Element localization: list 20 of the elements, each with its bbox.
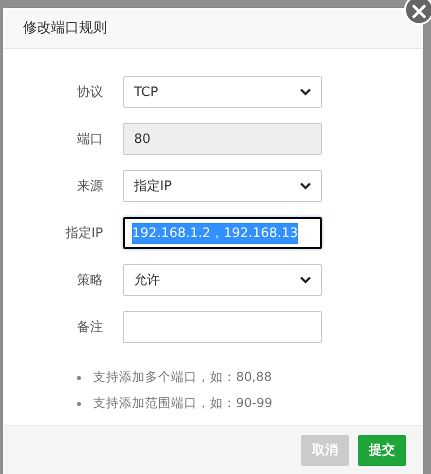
tip-text: 支持添加多个端口，如：80,88 xyxy=(93,369,272,386)
field-label: 备注 xyxy=(76,319,103,336)
field-label: 来源 xyxy=(76,178,103,195)
select-field[interactable]: 指定IP xyxy=(123,170,322,202)
select-field[interactable]: 允许 xyxy=(123,264,322,296)
select-field[interactable]: TCP xyxy=(123,76,322,108)
field-label: 协议 xyxy=(76,84,103,101)
caret-icon xyxy=(300,88,311,96)
tip-text: 支持添加范围端口，如：90-99 xyxy=(93,395,272,412)
caret-icon xyxy=(300,182,311,190)
field-label: 策略 xyxy=(76,272,103,289)
field-label: 指定IP xyxy=(64,225,103,242)
input-field[interactable]: 80 xyxy=(123,123,322,155)
bullet-icon xyxy=(77,376,81,380)
caret-icon xyxy=(300,276,311,284)
field-label: 端口 xyxy=(76,131,103,148)
close-button[interactable]: × xyxy=(404,0,431,25)
bullet-icon xyxy=(77,402,81,406)
dialog-title: 修改端口规则 xyxy=(23,19,107,37)
input-field[interactable] xyxy=(123,311,322,343)
